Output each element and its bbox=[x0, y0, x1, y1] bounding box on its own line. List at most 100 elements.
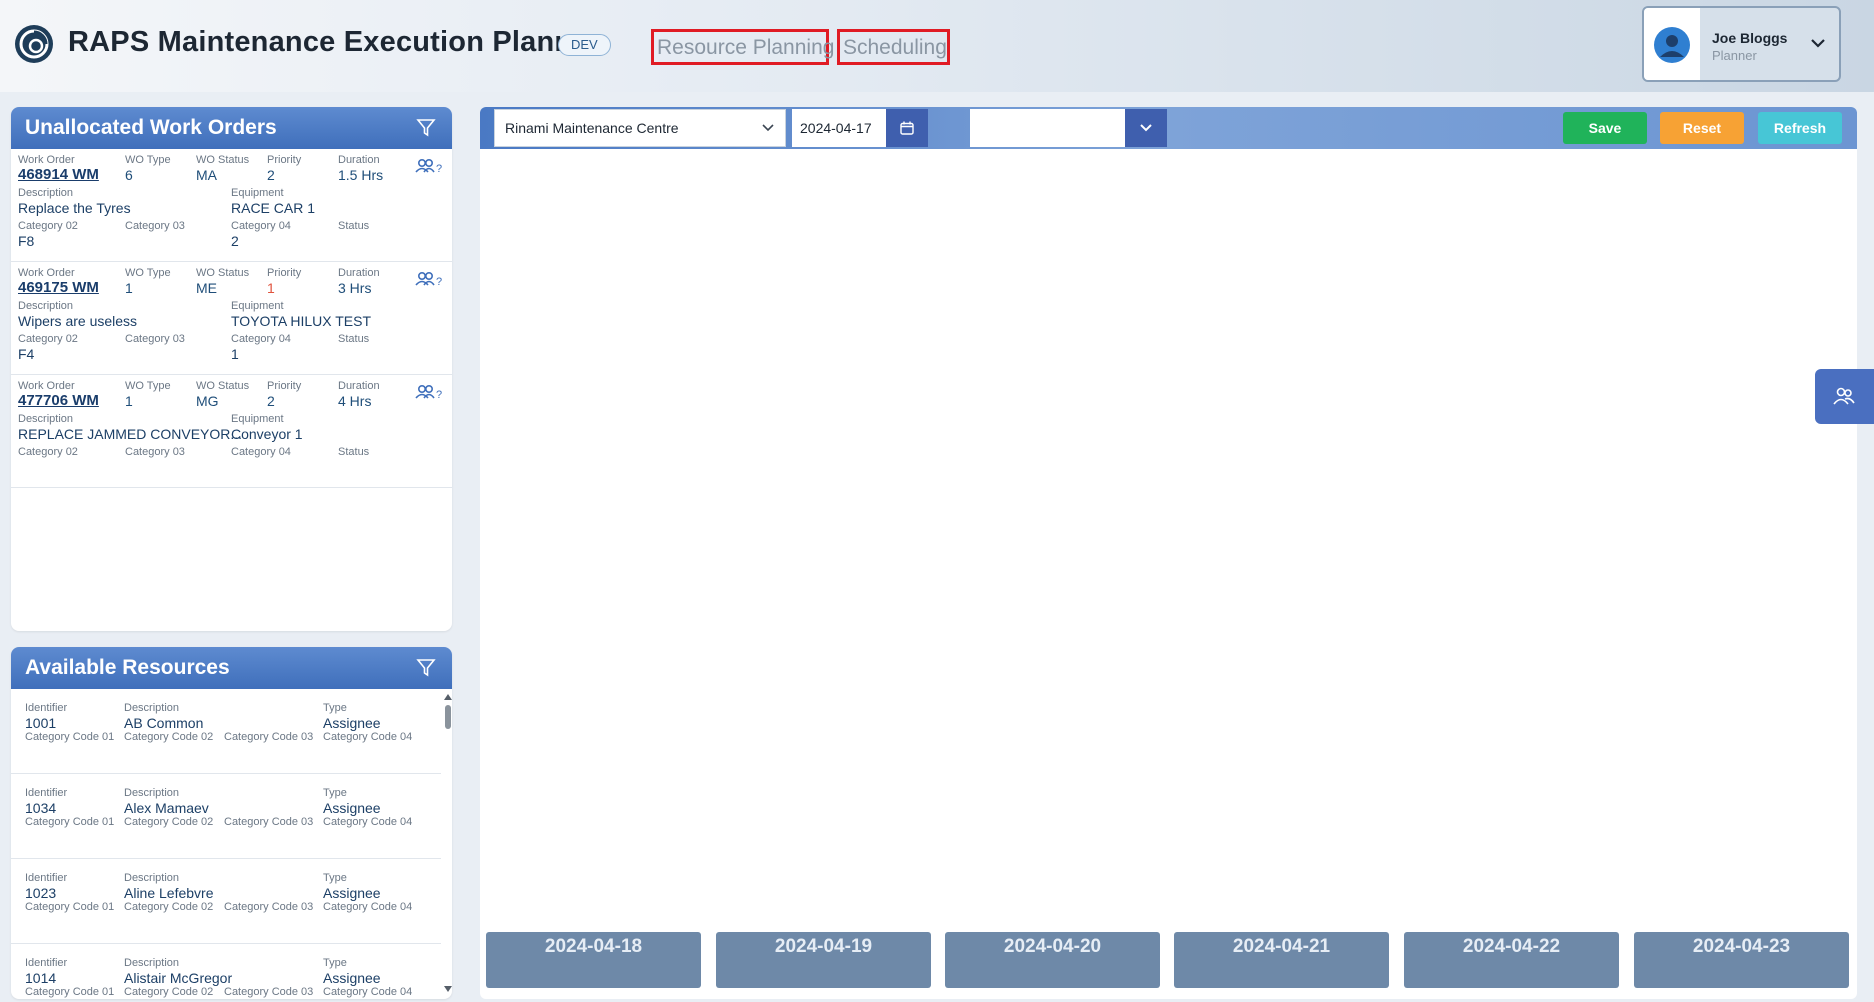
day-column-header[interactable]: 2024-04-20 bbox=[945, 932, 1160, 988]
nav-resource-planning[interactable]: Resource Planning bbox=[651, 29, 834, 65]
work-order-card[interactable]: Work Order 469175 WM WO Type 1 WO Status… bbox=[11, 262, 452, 375]
resource-card[interactable]: Identifier 1001 Description AB Common Ty… bbox=[11, 689, 441, 774]
category-code-02-label: Category Code 02 bbox=[124, 731, 214, 743]
category-code-04-label: Category Code 04 bbox=[323, 816, 413, 828]
category-code-01-label: Category Code 01 bbox=[25, 731, 115, 743]
app-title: RAPS Maintenance Execution Planner bbox=[68, 26, 601, 58]
priority-value: 2 bbox=[267, 393, 275, 409]
panel-header: Unallocated Work Orders bbox=[11, 107, 452, 149]
equipment-label: Equipment bbox=[231, 187, 284, 199]
category-code-02-label: Category Code 02 bbox=[124, 986, 214, 998]
assign-resource-icon[interactable]: ? bbox=[415, 383, 443, 401]
reset-button[interactable]: Reset bbox=[1660, 112, 1744, 144]
assign-mark: ? bbox=[436, 276, 442, 288]
maintenance-centre-select[interactable]: Rinami Maintenance Centre bbox=[494, 109, 786, 147]
schedule-date-input[interactable]: 2024-04-17 bbox=[792, 109, 890, 147]
day-column-header[interactable]: 2024-04-18 bbox=[486, 932, 701, 988]
nav-scheduling[interactable]: Scheduling bbox=[837, 29, 950, 65]
category-04-value: 2 bbox=[231, 233, 239, 249]
work-order-card[interactable]: Work Order 477706 WM WO Type 1 WO Status… bbox=[11, 375, 452, 488]
wo-number-link[interactable]: 469175 WM bbox=[18, 279, 99, 296]
scroll-thumb bbox=[445, 705, 451, 729]
resource-list-scrollbar[interactable] bbox=[443, 693, 452, 993]
calendar-icon bbox=[900, 121, 914, 135]
resources-side-tab[interactable] bbox=[1815, 369, 1874, 424]
description-label: Description bbox=[18, 413, 74, 425]
description-label: Description bbox=[124, 702, 180, 714]
secondary-select-toggle[interactable] bbox=[1125, 109, 1167, 147]
priority-label: Priority bbox=[267, 380, 302, 392]
chevron-down-icon[interactable] bbox=[1809, 36, 1827, 50]
resource-card[interactable]: Identifier 1014 Description Alistair McG… bbox=[11, 944, 441, 999]
available-resources-panel: Available Resources Identifier 1001 Desc… bbox=[11, 647, 452, 999]
equipment-value: Conveyor 1 bbox=[231, 426, 303, 442]
wo-number-label: Work Order bbox=[18, 267, 75, 279]
duration-label: Duration bbox=[338, 380, 380, 392]
category-03-label: Category 03 bbox=[125, 333, 185, 345]
raps-logo-icon bbox=[15, 25, 53, 63]
description-value: AB Common bbox=[124, 715, 204, 731]
identifier-value: 1034 bbox=[25, 800, 57, 816]
resource-card[interactable]: Identifier 1023 Description Aline Lefebv… bbox=[11, 859, 441, 944]
day-column-header[interactable]: 2024-04-22 bbox=[1404, 932, 1619, 988]
wo-number-link[interactable]: 468914 WM bbox=[18, 166, 99, 183]
identifier-label: Identifier bbox=[25, 702, 68, 714]
description-value: Aline Lefebvre bbox=[124, 885, 214, 901]
identifier-label: Identifier bbox=[25, 872, 68, 884]
refresh-button[interactable]: Refresh bbox=[1758, 112, 1842, 144]
type-label: Type bbox=[323, 957, 347, 969]
category-code-03-label: Category Code 03 bbox=[224, 731, 314, 743]
assign-mark: ? bbox=[436, 163, 442, 175]
day-column-header[interactable]: 2024-04-23 bbox=[1634, 932, 1849, 988]
category-code-04-label: Category Code 04 bbox=[323, 901, 413, 913]
description-label: Description bbox=[124, 872, 180, 884]
avatar-icon bbox=[1654, 27, 1690, 63]
wo-status-value: MA bbox=[196, 167, 217, 183]
wo-type-value: 6 bbox=[125, 167, 133, 183]
equipment-value: TOYOTA HILUX TEST bbox=[231, 313, 372, 329]
assign-resource-icon[interactable]: ? bbox=[415, 270, 443, 288]
category-02-label: Category 02 bbox=[18, 333, 78, 345]
unallocated-work-orders-panel: Unallocated Work Orders Work Order 46891… bbox=[11, 107, 452, 631]
duration-value: 3 Hrs bbox=[338, 280, 372, 296]
scroll-up-arrow-icon bbox=[444, 694, 452, 700]
wo-status-label: WO Status bbox=[196, 154, 250, 166]
wo-number-label: Work Order bbox=[18, 154, 75, 166]
work-order-card[interactable]: Work Order 468914 WM WO Type 6 WO Status… bbox=[11, 149, 452, 262]
date-picker-button[interactable] bbox=[886, 109, 928, 147]
description-value: Alistair McGregor bbox=[124, 970, 233, 986]
panel-title: Unallocated Work Orders bbox=[25, 116, 277, 139]
category-code-04-label: Category Code 04 bbox=[323, 731, 413, 743]
resource-list[interactable]: Identifier 1001 Description AB Common Ty… bbox=[11, 689, 441, 999]
filter-icon[interactable] bbox=[416, 118, 436, 138]
identifier-value: 1014 bbox=[25, 970, 57, 986]
type-label: Type bbox=[323, 787, 347, 799]
category-code-01-label: Category Code 01 bbox=[25, 816, 115, 828]
day-column-header[interactable]: 2024-04-19 bbox=[716, 932, 931, 988]
identifier-value: 1023 bbox=[25, 885, 57, 901]
user-menu[interactable]: Joe Bloggs Planner bbox=[1642, 6, 1841, 82]
resource-card[interactable]: Identifier 1034 Description Alex Mamaev … bbox=[11, 774, 441, 859]
identifier-label: Identifier bbox=[25, 787, 68, 799]
wo-number-label: Work Order bbox=[18, 380, 75, 392]
save-button[interactable]: Save bbox=[1563, 112, 1647, 144]
panel-header: Available Resources bbox=[11, 647, 452, 689]
wo-status-label: WO Status bbox=[196, 267, 250, 279]
category-code-03-label: Category Code 03 bbox=[224, 986, 314, 998]
secondary-select[interactable] bbox=[970, 109, 1137, 147]
assign-resource-icon[interactable]: ? bbox=[415, 157, 443, 175]
day-header-row: 2024-04-18 2024-04-19 2024-04-20 2024-04… bbox=[486, 932, 1854, 988]
filter-icon[interactable] bbox=[416, 658, 436, 678]
identifier-label: Identifier bbox=[25, 957, 68, 969]
wo-type-value: 1 bbox=[125, 280, 133, 296]
priority-value: 1 bbox=[267, 280, 275, 296]
duration-value: 1.5 Hrs bbox=[338, 167, 384, 183]
equipment-label: Equipment bbox=[231, 300, 284, 312]
wo-number-link[interactable]: 477706 WM bbox=[18, 392, 99, 409]
category-04-label: Category 04 bbox=[231, 220, 291, 232]
type-value: Assignee bbox=[323, 970, 381, 986]
description-value: Wipers are useless bbox=[18, 313, 138, 329]
category-code-01-label: Category Code 01 bbox=[25, 901, 115, 913]
category-03-label: Category 03 bbox=[125, 446, 185, 458]
day-column-header[interactable]: 2024-04-21 bbox=[1174, 932, 1389, 988]
